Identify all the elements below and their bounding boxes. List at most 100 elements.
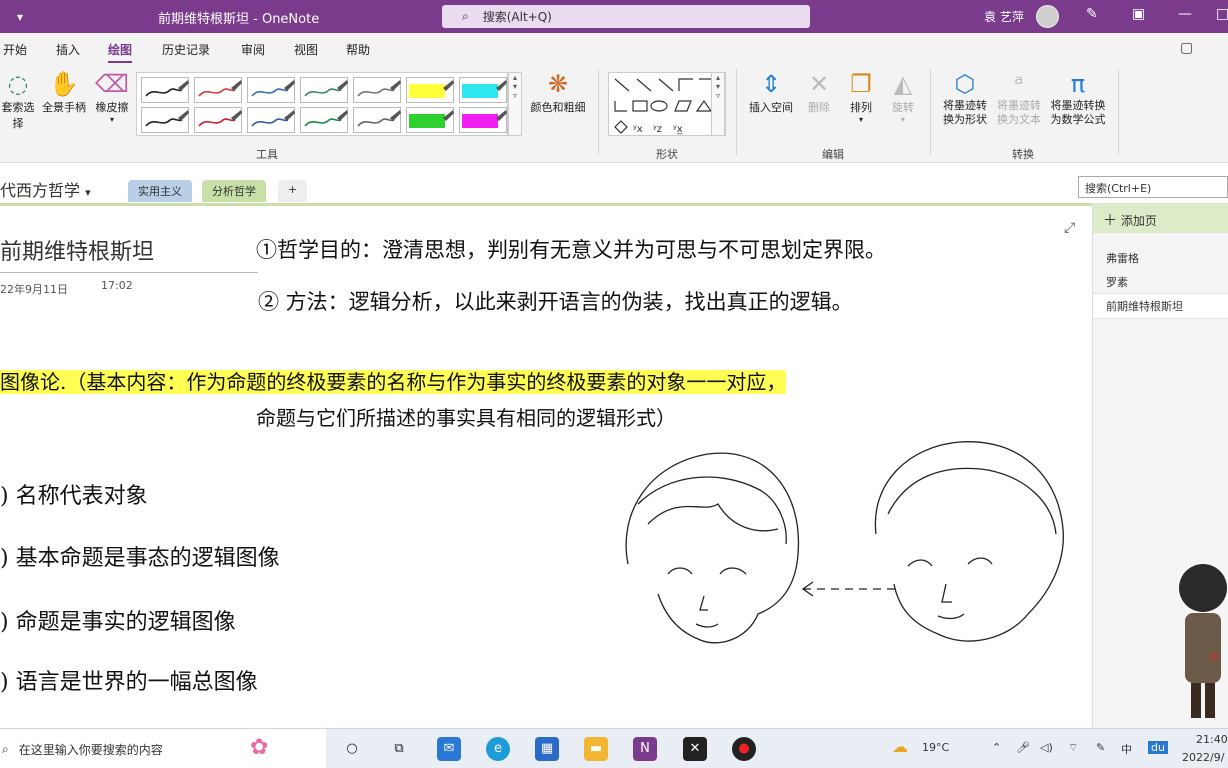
rotate-button[interactable]: ◭ 旋转 ▾ bbox=[885, 69, 921, 124]
flower-widget-icon[interactable]: ✿ bbox=[250, 735, 268, 760]
mail-icon[interactable]: ✉ bbox=[437, 737, 461, 761]
tab-insert[interactable]: 插入 bbox=[56, 41, 80, 58]
chevron-up-icon[interactable]: ⌃ bbox=[992, 741, 1001, 754]
color-thickness-button[interactable]: ❋ 颜色和粗细 bbox=[526, 69, 590, 115]
highlighter-icon bbox=[462, 80, 507, 98]
pen-icon bbox=[198, 110, 242, 127]
pen-swatch[interactable] bbox=[406, 77, 454, 103]
chevron-down-icon: ▾ bbox=[900, 115, 905, 124]
notes-pane-icon[interactable]: ▢ bbox=[1180, 40, 1193, 56]
eraser-button[interactable]: ⌫ 橡皮擦 ▾ bbox=[92, 69, 132, 124]
page-item-early-wittgenstein[interactable]: 前期维特根斯坦 bbox=[1093, 293, 1228, 319]
weather-temp[interactable]: 19°C bbox=[922, 741, 949, 754]
ink-sketch-portraits[interactable] bbox=[608, 434, 1088, 664]
section-bar: 代西方哲学 ▾ 实用主义 分析哲学 + 搜索(Ctrl+E) bbox=[0, 163, 1228, 203]
expand-icon[interactable]: ⤢ bbox=[1064, 220, 1075, 236]
pen-gallery-scroll[interactable]: ▴ ▾ ▿ bbox=[508, 72, 522, 136]
ink-line-logical-form[interactable]: 命题与它们所描述的事实具有相同的逻辑形式） bbox=[256, 402, 676, 431]
pen-swatch[interactable] bbox=[300, 77, 348, 103]
chevron-down-icon: ▾ bbox=[858, 115, 863, 124]
ink-to-text-button[interactable]: ᵃ 将墨迹转换为文本 bbox=[994, 69, 1044, 127]
ink-point-1[interactable]: ) 名称代表对象 bbox=[0, 478, 148, 510]
ime-indicator[interactable]: 中 bbox=[1121, 741, 1132, 757]
divider bbox=[930, 69, 931, 155]
pen-swatch[interactable] bbox=[459, 107, 507, 133]
tab-view[interactable]: 视图 bbox=[294, 41, 318, 58]
user-name[interactable]: 袁 艺萍 bbox=[984, 8, 1024, 25]
pen-swatch[interactable] bbox=[459, 77, 507, 103]
ink-point-4[interactable]: ) 语言是世界的一幅总图像 bbox=[0, 664, 258, 696]
file-explorer-icon[interactable]: ▬ bbox=[584, 737, 608, 761]
pen-swatch[interactable] bbox=[141, 77, 189, 103]
pan-button[interactable]: ✋ 全景手柄 bbox=[39, 69, 89, 115]
avatar[interactable] bbox=[1036, 5, 1059, 28]
window-title: 前期维特根斯坦 - OneNote bbox=[158, 12, 320, 27]
pen-swatch[interactable] bbox=[141, 107, 189, 133]
search-box[interactable]: ⌕ 搜索(Alt+Q) bbox=[442, 5, 810, 28]
page-canvas[interactable]: 前期维特根斯坦 22年9月11日 17:02 ⤢ ①哲学目的：澄清思想，判别有无… bbox=[0, 203, 1092, 728]
tab-review[interactable]: 审阅 bbox=[241, 41, 265, 58]
pen-swatch[interactable] bbox=[353, 77, 401, 103]
shape-gallery[interactable]: ʸx ʸz ʸx̲ bbox=[608, 72, 726, 136]
notebook-search-input[interactable]: 搜索(Ctrl+E) bbox=[1078, 176, 1228, 198]
tab-history[interactable]: 历史记录 bbox=[162, 41, 210, 58]
ink-line-method[interactable]: ② 方法：逻辑分析，以此来剥开语言的伪装，找出真正的逻辑。 bbox=[258, 286, 853, 316]
baidu-ime-icon[interactable]: du bbox=[1148, 741, 1168, 754]
notebook-name[interactable]: 代西方哲学 ▾ bbox=[0, 177, 91, 201]
pen-icon[interactable]: ✎ bbox=[1086, 6, 1098, 22]
add-page-button[interactable]: ＋ 添加页 bbox=[1093, 203, 1228, 233]
section-tab-analytic[interactable]: 分析哲学 bbox=[202, 180, 266, 202]
ink-point-2[interactable]: ) 基本命题是事态的逻辑图像 bbox=[0, 540, 280, 572]
store-icon[interactable]: ▦ bbox=[535, 737, 559, 761]
pen-menu-icon[interactable]: ✎ bbox=[1096, 741, 1105, 754]
page-title[interactable]: 前期维特根斯坦 bbox=[0, 234, 154, 266]
insert-space-button[interactable]: ⇕ 插入空间 bbox=[744, 69, 798, 115]
page-item-frege[interactable]: 弗雷格 bbox=[1106, 250, 1139, 266]
pen-swatch[interactable] bbox=[406, 107, 454, 133]
ink-line-picture-theory[interactable]: 图像论.（基本内容：作为命题的终极要素的名称与作为事实的终极要素的对象一一对应， bbox=[0, 366, 787, 395]
add-section-button[interactable]: + bbox=[278, 180, 308, 202]
pen-swatch[interactable] bbox=[300, 107, 348, 133]
ink-line-purpose[interactable]: ①哲学目的：澄清思想，判别有无意义并为可思与不可思划定界限。 bbox=[256, 234, 886, 264]
tab-home[interactable]: 开始 bbox=[3, 41, 27, 58]
page-item-russell[interactable]: 罗素 bbox=[1106, 274, 1128, 290]
ink-to-shape-button[interactable]: ⬡ 将墨迹转换为形状 bbox=[938, 69, 992, 127]
maximize-icon[interactable]: □ bbox=[1216, 6, 1228, 22]
pen-swatch[interactable] bbox=[353, 107, 401, 133]
pen-swatch[interactable] bbox=[194, 107, 242, 133]
taskbar-search[interactable]: ⌕ 在这里输入你要搜索的内容 bbox=[0, 729, 326, 768]
lasso-select-button[interactable]: ◌ 套索选择 bbox=[0, 69, 36, 131]
ink-point-3[interactable]: ) 命题是事实的逻辑图像 bbox=[0, 604, 236, 636]
volume-icon[interactable]: ◁) bbox=[1040, 741, 1053, 754]
clock-time[interactable]: 21:40 bbox=[1196, 733, 1228, 746]
onenote-icon[interactable]: N bbox=[633, 737, 657, 761]
pen-swatch[interactable] bbox=[247, 77, 295, 103]
shape-gallery-scroll[interactable]: ▴ ▾ ▿ bbox=[711, 72, 725, 136]
qat-chevron-icon[interactable]: ▾ bbox=[0, 10, 40, 24]
tab-help[interactable]: 帮助 bbox=[346, 41, 370, 58]
character-sticker-image: 中 bbox=[1179, 564, 1227, 718]
search-placeholder: 搜索(Alt+Q) bbox=[482, 10, 552, 24]
delete-icon: ✕ bbox=[808, 70, 830, 98]
task-view-icon[interactable]: ⧉ bbox=[387, 737, 411, 761]
weather-icon[interactable]: ☁ bbox=[892, 737, 908, 756]
arrange-button[interactable]: ❐ 排列 ▾ bbox=[843, 69, 879, 124]
pen-swatch[interactable] bbox=[247, 107, 295, 133]
capcut-icon[interactable]: ✕ bbox=[683, 737, 707, 761]
minimize-icon[interactable]: — bbox=[1178, 6, 1192, 22]
edit-group-label: 编辑 bbox=[822, 148, 844, 161]
record-icon[interactable]: ● bbox=[732, 737, 756, 761]
pen-icon bbox=[198, 80, 242, 97]
ink-to-math-button[interactable]: π 将墨迹转换为数学公式 bbox=[1046, 69, 1110, 127]
tab-draw[interactable]: 绘图 bbox=[108, 41, 133, 64]
restore-ribbon-icon[interactable]: ▣ bbox=[1132, 6, 1145, 22]
clock-date[interactable]: 2022/9/ bbox=[1182, 751, 1224, 764]
delete-button[interactable]: ✕ 删除 bbox=[804, 69, 834, 115]
pen-swatch[interactable] bbox=[194, 77, 242, 103]
edge-icon[interactable]: e bbox=[486, 737, 510, 761]
microphone-icon[interactable]: 🎤︎ bbox=[1016, 741, 1030, 754]
task-view-circle-icon[interactable]: ○ bbox=[340, 737, 364, 761]
network-icon[interactable]: ⌔ bbox=[1068, 741, 1078, 755]
section-tab-pragmatism[interactable]: 实用主义 bbox=[128, 180, 192, 202]
pi-icon: π bbox=[1070, 70, 1086, 98]
